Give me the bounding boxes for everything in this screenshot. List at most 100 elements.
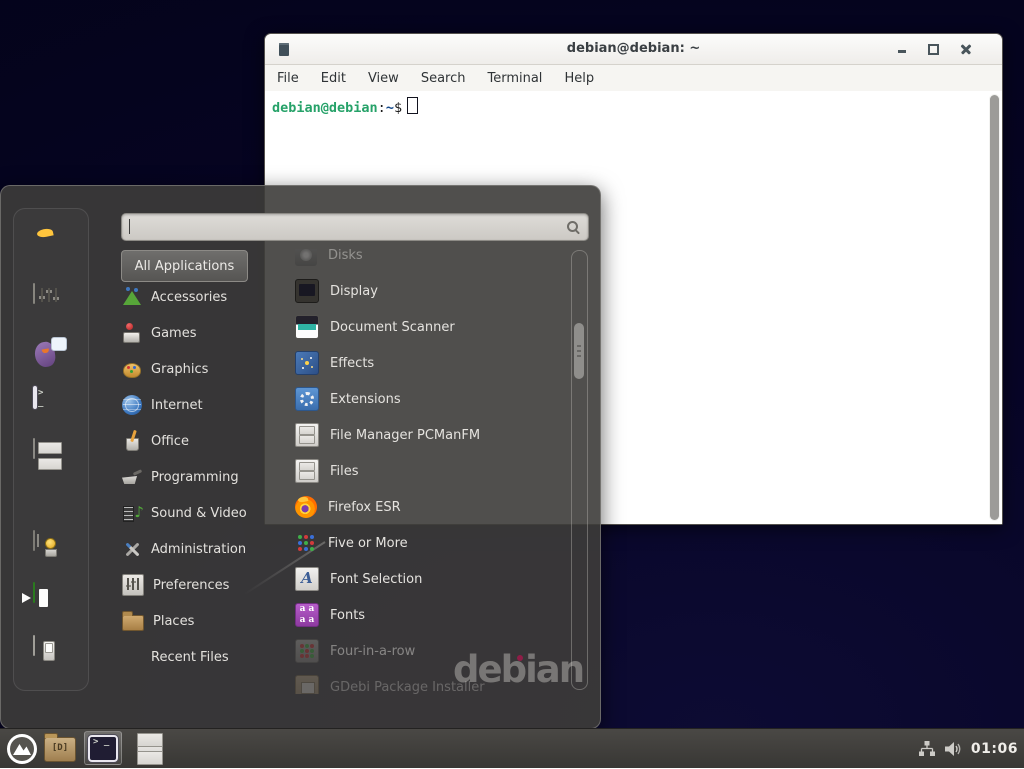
maximize-icon[interactable] — [926, 41, 942, 57]
gdebi-icon — [295, 675, 319, 694]
all-applications-label: All Applications — [135, 259, 235, 274]
favorite-shutdown-icon[interactable] — [33, 636, 67, 670]
category-internet[interactable]: Internet — [122, 388, 282, 422]
menu-edit[interactable]: Edit — [321, 71, 346, 86]
category-recent-files[interactable]: Recent Files — [122, 640, 282, 674]
clock[interactable]: 01:06 — [971, 741, 1018, 757]
app-label: Files — [330, 464, 359, 479]
menu-search[interactable]: Search — [421, 71, 466, 86]
terminal-scrollbar[interactable] — [989, 94, 1000, 521]
app-label: GDebi Package Installer — [330, 680, 485, 695]
app-effects[interactable]: Effects — [271, 345, 568, 381]
app-gdebi-package-installer[interactable]: GDebi Package Installer — [271, 669, 568, 694]
app-document-scanner[interactable]: Document Scanner — [271, 309, 568, 345]
five-or-more-icon — [295, 532, 317, 554]
category-places[interactable]: Places — [122, 604, 282, 638]
terminal-cursor — [407, 97, 418, 114]
favorite-pidgin-icon[interactable] — [33, 335, 67, 369]
volume-icon[interactable] — [944, 740, 963, 758]
category-sound-video[interactable]: Sound & Video — [122, 496, 282, 530]
app-label: Effects — [330, 356, 374, 371]
app-fonts[interactable]: Fonts — [271, 597, 568, 633]
category-accessories[interactable]: Accessories — [122, 280, 282, 314]
taskbar: 01:06 — [0, 728, 1024, 768]
desktop-folder-launcher[interactable] — [42, 729, 78, 769]
favorite-control-center-icon[interactable] — [33, 284, 67, 318]
prompt-path: ~ — [386, 100, 394, 116]
menu-button[interactable] — [3, 729, 41, 769]
network-icon[interactable] — [918, 740, 936, 758]
close-icon[interactable] — [958, 41, 974, 57]
office-icon — [122, 431, 142, 451]
menu-scrollbar-handle[interactable] — [574, 323, 584, 379]
category-graphics[interactable]: Graphics — [122, 352, 282, 386]
category-label: Preferences — [153, 578, 229, 593]
category-office[interactable]: Office — [122, 424, 282, 458]
app-disks[interactable]: Disks — [271, 249, 568, 273]
terminal-scrollbar-handle[interactable] — [990, 95, 999, 520]
app-label: Fonts — [330, 608, 365, 623]
prompt-separator: : — [378, 100, 386, 116]
category-label: Office — [151, 434, 189, 449]
four-in-a-row-icon — [295, 639, 319, 663]
app-font-selection[interactable]: Font Selection — [271, 561, 568, 597]
category-label: Internet — [151, 398, 203, 413]
shutdown-icon — [33, 635, 35, 656]
lock-screen-icon — [33, 530, 35, 551]
favorite-file-manager-icon[interactable] — [33, 439, 67, 473]
category-preferences[interactable]: Preferences — [122, 568, 282, 602]
app-five-or-more[interactable]: Five or More — [271, 525, 568, 561]
favorite-terminal-icon[interactable] — [33, 388, 67, 422]
menu-scrollbar-track[interactable] — [571, 250, 588, 690]
firefox-esr-icon — [295, 496, 317, 518]
favorite-logout-icon[interactable] — [33, 583, 67, 617]
terminal-icon — [33, 386, 37, 409]
category-label: Places — [153, 614, 194, 629]
control-center-icon — [33, 283, 35, 304]
app-firefox-esr[interactable]: Firefox ESR — [271, 489, 568, 525]
app-extensions[interactable]: Extensions — [271, 381, 568, 417]
app-file-manager-pcmanfm[interactable]: File Manager PCManFM — [271, 417, 568, 453]
category-programming[interactable]: Programming — [122, 460, 282, 494]
app-label: File Manager PCManFM — [330, 428, 480, 443]
display-icon — [295, 279, 319, 303]
menu-view[interactable]: View — [368, 71, 399, 86]
app-four-in-a-row[interactable]: Four-in-a-row — [271, 633, 568, 669]
file-manager-launcher[interactable] — [132, 729, 168, 769]
prompt-symbol: $ — [394, 100, 402, 116]
app-label: Extensions — [330, 392, 401, 407]
font-selection-icon — [295, 567, 319, 591]
app-label: Four-in-a-row — [330, 644, 415, 659]
category-administration[interactable]: Administration — [122, 532, 282, 566]
terminal-menubar: File Edit View Search Terminal Help — [265, 65, 1002, 91]
category-label: Administration — [151, 542, 246, 557]
menu-terminal[interactable]: Terminal — [487, 71, 542, 86]
category-label: Accessories — [151, 290, 227, 305]
terminal-titlebar[interactable]: debian@debian: ~ — [265, 34, 1002, 65]
folder-d-icon — [44, 737, 76, 762]
administration-icon — [122, 539, 142, 559]
favorite-firefox-icon[interactable] — [33, 227, 67, 261]
application-menu: All Applications Accessories Games Graph… — [0, 185, 601, 729]
app-display[interactable]: Display — [271, 273, 568, 309]
all-applications-button[interactable]: All Applications — [121, 250, 248, 282]
category-label: Games — [151, 326, 196, 341]
logout-icon — [33, 582, 35, 603]
file-cabinet-icon — [137, 734, 163, 764]
taskbar-terminal-button[interactable] — [84, 731, 122, 765]
app-files[interactable]: Files — [271, 453, 568, 489]
programming-icon — [122, 467, 142, 487]
category-label: Programming — [151, 470, 239, 485]
app-label: Firefox ESR — [328, 500, 401, 515]
search-box[interactable] — [121, 213, 589, 241]
search-input[interactable] — [122, 214, 588, 240]
minimize-icon[interactable] — [894, 41, 910, 57]
places-icon — [122, 615, 144, 631]
category-games[interactable]: Games — [122, 316, 282, 350]
accessories-icon — [122, 287, 142, 307]
menu-file[interactable]: File — [277, 71, 299, 86]
document-scanner-icon — [295, 315, 319, 339]
favorite-screensaver-icon[interactable] — [33, 531, 67, 565]
menu-help[interactable]: Help — [564, 71, 594, 86]
preferences-icon — [122, 574, 144, 596]
